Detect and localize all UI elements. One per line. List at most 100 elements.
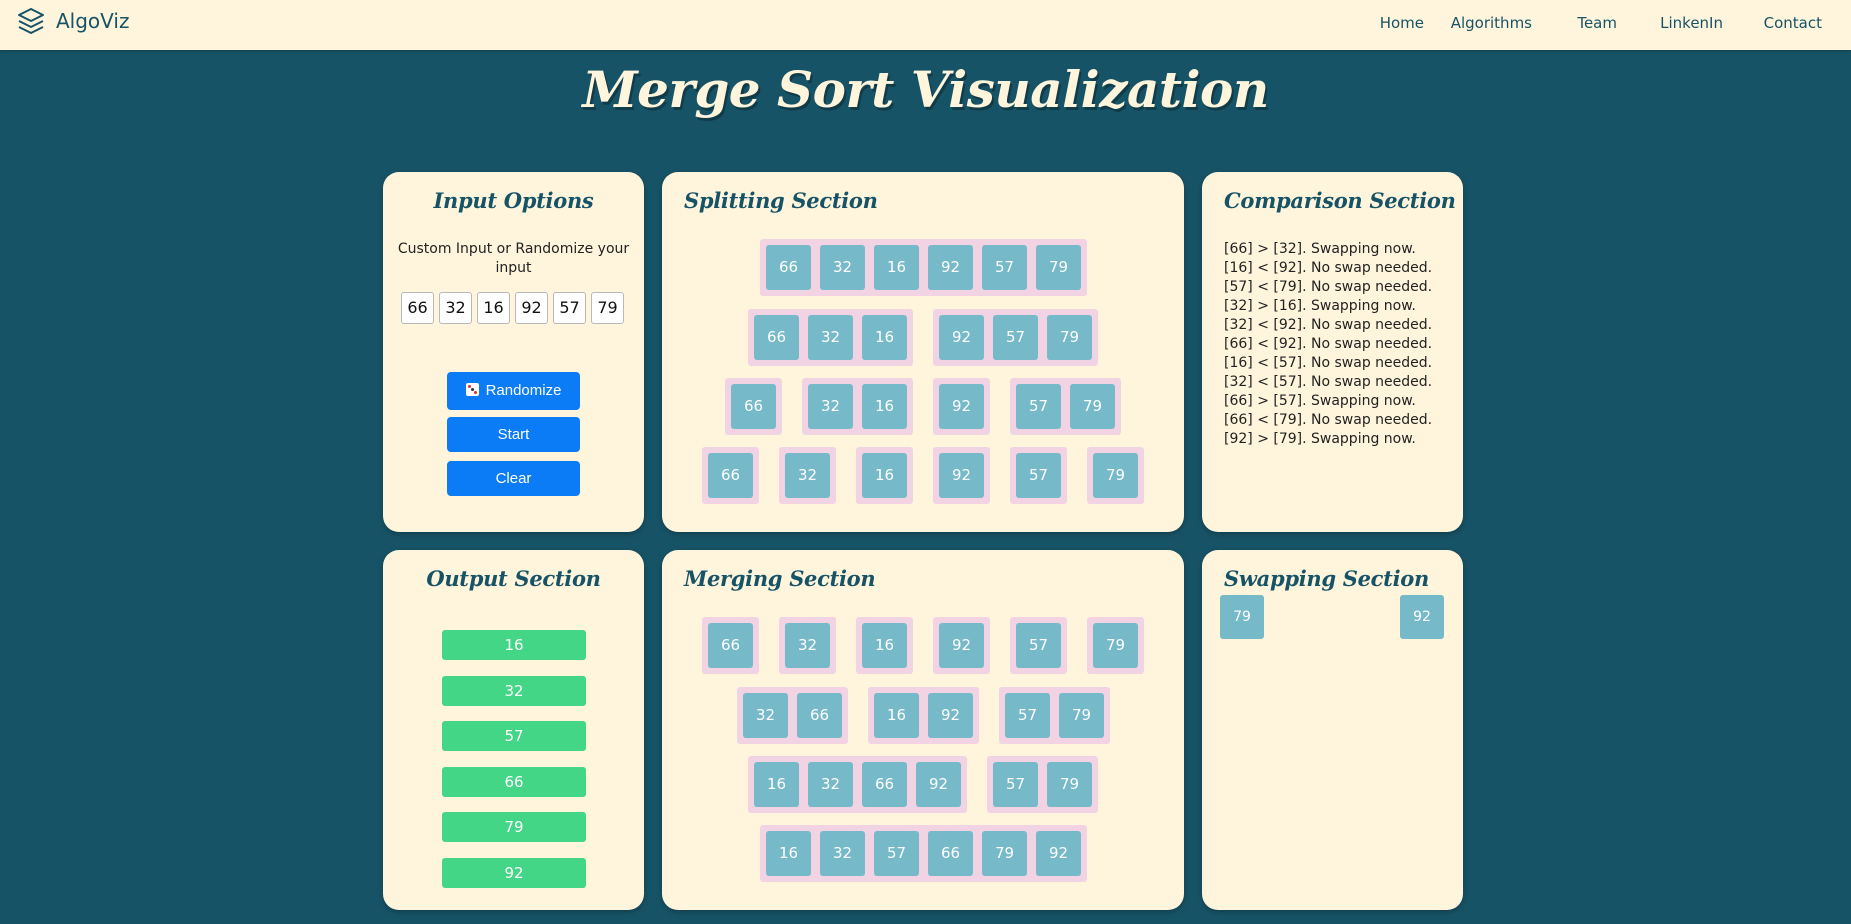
output-panel: Output Section 16 32 57 66 79 92	[383, 550, 644, 910]
comparison-line: [32] > [16]. Swapping now.	[1224, 298, 1416, 314]
comparison-line: [66] > [32]. Swapping now.	[1224, 241, 1416, 257]
brand-name: AlgoViz	[56, 9, 130, 33]
merging-title: Merging Section	[684, 566, 876, 591]
merge-group: 16 92	[868, 687, 979, 744]
splitting-title: Splitting Section	[684, 188, 878, 213]
output-value: 57	[442, 721, 586, 751]
split-cell: 79	[1070, 384, 1115, 429]
split-cell: 16	[862, 453, 907, 498]
number-input[interactable]: 79	[591, 292, 624, 324]
number-input[interactable]: 66	[401, 292, 434, 324]
input-description: Custom Input or Randomize your input	[397, 241, 630, 276]
comparison-line: [57] < [79]. No swap needed.	[1224, 279, 1433, 295]
number-input[interactable]: 32	[439, 292, 472, 324]
merge-group: 92	[933, 617, 990, 674]
split-cell: 16	[862, 384, 907, 429]
splitting-panel: Splitting Section 66 32 16 92 57 79 66 32 16 92 57…	[662, 172, 1184, 532]
output-value: 16	[442, 630, 586, 660]
split-group: 32 16	[802, 378, 913, 435]
comparison-line: [32] < [92]. No swap needed.	[1224, 317, 1433, 333]
merge-cell: 32	[743, 693, 788, 738]
split-cell: 57	[1016, 453, 1061, 498]
nav-home[interactable]: Home	[1380, 14, 1424, 32]
comparison-line: [92] > [79]. Swapping now.	[1224, 431, 1416, 447]
merge-cell: 66	[797, 693, 842, 738]
merge-cell: 57	[993, 762, 1038, 807]
merge-group: 79	[1087, 617, 1144, 674]
swap-right-value: 92	[1400, 595, 1444, 639]
split-group: 79	[1087, 447, 1144, 504]
split-cell: 32	[808, 315, 853, 360]
merge-cell: 92	[1036, 831, 1081, 876]
merge-group: 57 79	[987, 756, 1098, 813]
comparison-line: [32] < [57]. No swap needed.	[1224, 374, 1433, 390]
split-cell: 92	[939, 384, 984, 429]
split-cell: 66	[766, 245, 811, 290]
split-group: 66 32 16	[748, 309, 913, 366]
split-group: 66 32 16 92 57 79	[760, 239, 1087, 296]
output-value: 66	[442, 767, 586, 797]
merge-cell: 79	[1093, 623, 1138, 668]
merge-group: 57	[1010, 617, 1067, 674]
swapping-panel: Swapping Section 79 92	[1202, 550, 1463, 910]
navbar: AlgoViz Home Algorithms Team LinkenIn Co…	[0, 0, 1851, 50]
start-button[interactable]: Start	[447, 417, 580, 452]
split-cell: 66	[731, 384, 776, 429]
merge-cell: 32	[785, 623, 830, 668]
split-cell: 57	[1016, 384, 1061, 429]
merge-group: 32 66	[737, 687, 848, 744]
output-value: 32	[442, 676, 586, 706]
split-cell: 66	[708, 453, 753, 498]
randomize-button[interactable]: Randomize	[447, 372, 580, 410]
split-group: 32	[779, 447, 836, 504]
nav-team[interactable]: Team	[1577, 14, 1617, 32]
comparison-log: [66] > [32]. Swapping now. [16] < [92]. …	[1224, 240, 1432, 449]
merge-group: 16	[856, 617, 913, 674]
split-group: 57	[1010, 447, 1067, 504]
merge-cell: 57	[1016, 623, 1061, 668]
output-title: Output Section	[426, 566, 601, 591]
input-options-title: Input Options	[433, 188, 594, 213]
input-options-panel: Input Options Custom Input or Randomize …	[383, 172, 644, 532]
merge-cell: 92	[916, 762, 961, 807]
merge-group: 32	[779, 617, 836, 674]
comparison-line: [66] < [79]. No swap needed.	[1224, 412, 1433, 428]
comparison-line: [66] > [57]. Swapping now.	[1224, 393, 1416, 409]
split-group: 57 79	[1010, 378, 1121, 435]
split-cell: 57	[982, 245, 1027, 290]
split-cell: 16	[862, 315, 907, 360]
number-input[interactable]: 92	[515, 292, 548, 324]
swap-left-value: 79	[1220, 595, 1264, 639]
split-cell: 79	[1047, 315, 1092, 360]
merge-cell: 79	[982, 831, 1027, 876]
split-cell: 32	[808, 384, 853, 429]
comparison-line: [16] < [57]. No swap needed.	[1224, 355, 1433, 371]
randomize-label: Randomize	[485, 382, 562, 399]
split-cell: 79	[1036, 245, 1081, 290]
nav-linkedin[interactable]: LinkenIn	[1660, 14, 1723, 32]
merge-cell: 16	[766, 831, 811, 876]
page-title: Merge Sort Visualization	[582, 60, 1269, 119]
merge-cell: 66	[708, 623, 753, 668]
split-cell: 32	[820, 245, 865, 290]
output-value: 79	[442, 812, 586, 842]
clear-button[interactable]: Clear	[447, 461, 580, 496]
merge-group: 66	[702, 617, 759, 674]
split-cell: 32	[785, 453, 830, 498]
split-cell: 57	[993, 315, 1038, 360]
nav-algorithms[interactable]: Algorithms	[1451, 14, 1532, 32]
swapping-title: Swapping Section	[1224, 566, 1429, 591]
merge-cell: 66	[928, 831, 973, 876]
split-group: 92	[933, 447, 990, 504]
merge-cell: 79	[1047, 762, 1092, 807]
number-input[interactable]: 57	[553, 292, 586, 324]
nav-contact[interactable]: Contact	[1764, 14, 1822, 32]
brand[interactable]: AlgoViz	[16, 6, 129, 36]
merge-cell: 16	[862, 623, 907, 668]
split-cell: 66	[754, 315, 799, 360]
merge-cell: 79	[1059, 693, 1104, 738]
merge-cell: 57	[1005, 693, 1050, 738]
number-input[interactable]: 16	[477, 292, 510, 324]
comparison-panel: Comparison Section [66] > [32]. Swapping…	[1202, 172, 1463, 532]
comparison-title: Comparison Section	[1224, 188, 1456, 213]
